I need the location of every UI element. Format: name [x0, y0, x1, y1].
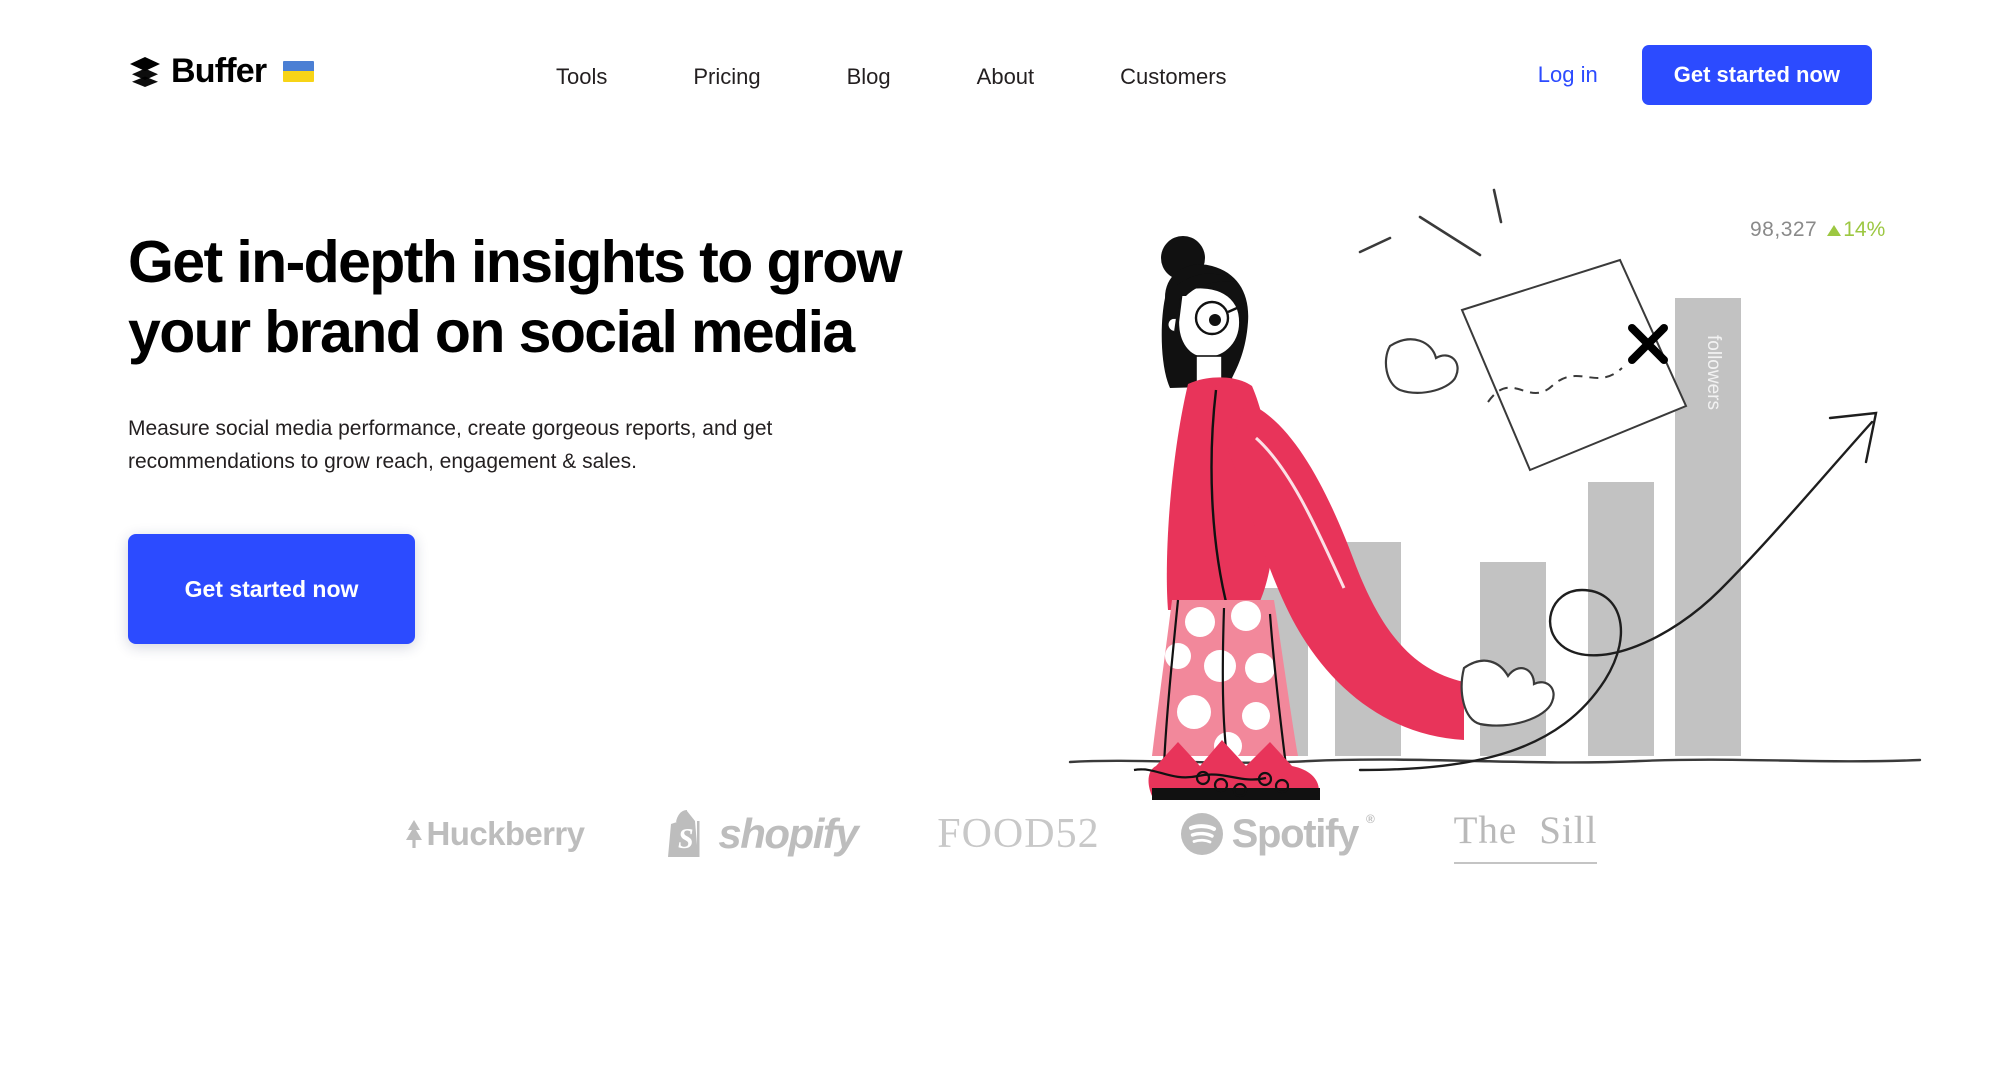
logo-spotify-text: Spotify [1231, 811, 1360, 856]
brand-name: Buffer [171, 52, 267, 90]
svg-text:S: S [678, 824, 693, 855]
main-navigation: Tools Pricing Blog About Customers [556, 60, 1227, 94]
stat-delta-label: 14% [1843, 218, 1886, 241]
stat-delta: 14% [1827, 218, 1885, 242]
site-header: Buffer Tools Pricing Blog About Customer… [0, 0, 2000, 122]
logo-spotify: Spotify ® [1180, 804, 1375, 864]
ground-line [1068, 758, 1922, 764]
buffer-layers-icon [128, 54, 162, 88]
logo-food52: FOOD52 [937, 811, 1100, 857]
ukraine-flag-icon [283, 60, 315, 82]
nav-item-pricing[interactable]: Pricing [693, 60, 760, 94]
analytics-illustration-svg: followers [1068, 188, 1922, 800]
hero-title: Get in-depth insights to grow your brand… [128, 229, 903, 365]
hero-illustration: followers 98,327 14% [1060, 170, 2000, 820]
stat-readout: 98,327 14% [1750, 218, 1885, 242]
login-link[interactable]: Log in [1538, 62, 1598, 88]
sparkle-lines-icon [1358, 188, 1503, 257]
logo-the-sill-text-1: The [1453, 808, 1518, 852]
nav-item-customers[interactable]: Customers [1120, 60, 1226, 94]
header-actions: Log in Get started now [1538, 45, 1872, 106]
hero-get-started-button[interactable]: Get started now [128, 534, 415, 645]
triangle-up-icon [1827, 224, 1842, 236]
hero-section: Get in-depth insights to grow your brand… [128, 228, 928, 645]
map-sheet [1460, 258, 1688, 472]
logo-shopify-text: shopify [718, 810, 858, 857]
registered-mark-icon: ® [1366, 812, 1375, 826]
nav-item-blog[interactable]: Blog [847, 60, 891, 94]
nav-item-tools[interactable]: Tools [556, 60, 607, 94]
spotify-circle-icon [1180, 813, 1223, 855]
stat-value: 98,327 [1750, 218, 1818, 241]
logo-huckberry: Huckberry [403, 804, 585, 864]
logo-shopify: S shopify [664, 804, 859, 864]
brand-logo-link[interactable]: Buffer [128, 52, 315, 90]
page-root: Buffer Tools Pricing Blog About Customer… [0, 0, 2000, 1091]
nav-item-about[interactable]: About [977, 60, 1035, 94]
logo-huckberry-text: Huckberry [426, 815, 585, 852]
logo-the-sill-text-2: Sill [1539, 808, 1598, 852]
logo-the-sill: The Sill [1453, 804, 1598, 864]
bar-label-followers: followers [1703, 335, 1724, 410]
hand-upper [1384, 338, 1459, 394]
header-get-started-button[interactable]: Get started now [1641, 45, 1872, 106]
customer-logo-strip: Huckberry S shopify FOOD52 Spotify ® The… [0, 799, 2000, 869]
hero-subtitle: Measure social media performance, create… [128, 417, 773, 473]
tree-icon [405, 820, 422, 848]
shopping-bag-icon: S [668, 810, 700, 857]
